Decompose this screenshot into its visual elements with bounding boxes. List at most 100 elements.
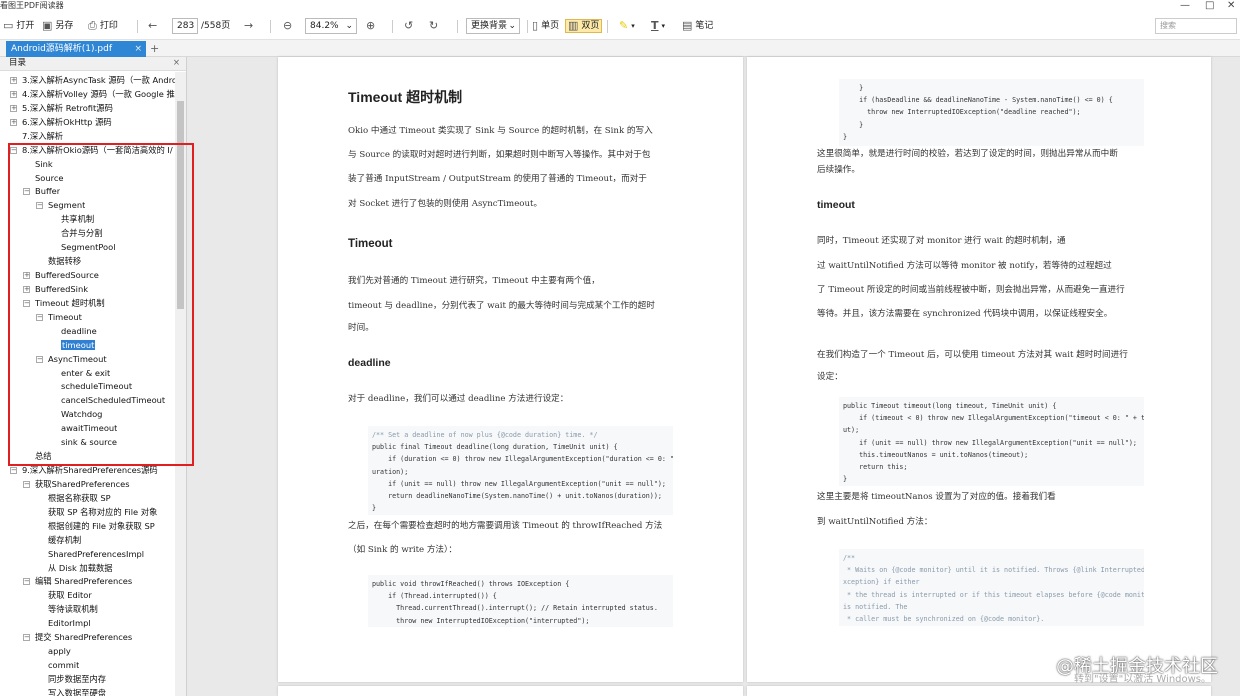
outline-item[interactable]: 编辑 SharedPreferences <box>35 575 132 588</box>
page-number-input[interactable]: 283 <box>172 18 198 34</box>
chevron-down-icon: ▾ <box>631 22 635 30</box>
text-tool-button[interactable]: T ▾ <box>651 18 665 34</box>
document-tab-label: Android源码解析(1).pdf <box>11 44 112 54</box>
paragraph-line: 之后，在每个需要检查超时的地方需要调用该 Timeout 的 throwIfRe… <box>348 521 663 531</box>
expand-toggle-icon[interactable]: − <box>23 634 30 642</box>
outline-item-label: 获取 SP 名称对应的 File 对象 <box>48 506 158 517</box>
folder-icon: ▭ <box>3 19 14 32</box>
code-line: } <box>843 132 848 141</box>
expand-toggle-icon[interactable]: − <box>23 578 30 586</box>
expand-toggle-icon[interactable]: + <box>10 104 17 112</box>
code-block: public Timeout timeout(long timeout, Tim… <box>839 397 1144 486</box>
outline-item[interactable]: 根据名称获取 SP <box>48 492 111 505</box>
outline-item[interactable]: 6.深入解析OkHttp 源码 <box>22 116 112 129</box>
arrow-left-icon: ← <box>148 19 158 32</box>
outline-item-label: 3.深入解析AsyncTask 源码（一款 Android <box>22 75 175 85</box>
total-pages: /558页 <box>201 21 231 31</box>
outline-item[interactable]: 4.深入解析Volley 源码（一款 Google 推 <box>22 88 175 101</box>
subsection-title: timeout <box>817 199 855 211</box>
expand-toggle-icon[interactable]: + <box>10 90 17 98</box>
code-line: public final Timeout deadline(long durat… <box>372 443 618 452</box>
save-as-button[interactable]: ▣ 另存 <box>42 18 73 34</box>
rotate-left-button[interactable]: ↺ <box>404 18 413 34</box>
divider <box>457 20 458 33</box>
previous-page-button[interactable]: ← <box>148 18 157 34</box>
outline-item-label: 获取 Editor <box>48 590 92 601</box>
arrow-right-icon: → <box>244 19 254 32</box>
close-tab-icon[interactable]: × <box>134 41 142 57</box>
paragraph-line: 等待。并且，该方法需要在 synchronized 代码块中调用，以保证线程安全… <box>817 309 1113 319</box>
highlight-tool-button[interactable]: ✎ ▾ <box>619 18 635 34</box>
rotate-right-button[interactable]: ↻ <box>429 18 438 34</box>
outline-item[interactable]: 等待读取机制 <box>48 603 98 616</box>
save-as-label: 另存 <box>55 21 74 31</box>
outline-item[interactable]: 获取SharedPreferences <box>35 478 130 491</box>
outline-item[interactable]: 5.深入解析 Retrofit源码 <box>22 102 113 115</box>
code-line: is notified. The <box>843 602 908 611</box>
save-icon: ▣ <box>42 19 53 32</box>
outline-item[interactable]: commit <box>48 659 79 672</box>
new-tab-button[interactable]: + <box>150 41 159 56</box>
code-line: public Timeout timeout(long timeout, Tim… <box>843 402 1057 410</box>
double-page-button[interactable]: ▥ 双页 <box>565 19 603 33</box>
expand-toggle-icon[interactable]: − <box>23 480 30 488</box>
outline-item[interactable]: 获取 Editor <box>48 589 92 602</box>
pdf-page-left: Timeout 超时机制 Okio 中通过 Timeout 类实现了 Sink … <box>278 57 743 682</box>
outline-item[interactable]: apply <box>48 645 71 658</box>
next-page-button[interactable]: → <box>244 18 253 34</box>
expand-toggle-icon[interactable]: + <box>10 77 17 84</box>
code-line: * caller must be synchronized on {@code … <box>843 615 1045 624</box>
code-line: this.timeoutNanos = unit.toNanos(timeout… <box>843 450 1029 459</box>
code-block: public void throwIfReached() throws IOEx… <box>368 575 673 627</box>
search-input[interactable]: 搜索 <box>1155 18 1237 34</box>
open-button[interactable]: ▭ 打开 <box>3 18 34 34</box>
zoom-out-button[interactable]: ⊖ <box>283 18 292 34</box>
print-button[interactable]: ⎙ 打印 <box>88 18 118 34</box>
paragraph-line: （如 Sink 的 write 方法）： <box>348 545 457 555</box>
single-page-button[interactable]: ▯ 单页 <box>532 18 559 34</box>
paragraph-line: 到 waitUntilNotified 方法： <box>817 517 933 527</box>
maximize-button[interactable]: □ <box>1205 0 1214 11</box>
paragraph-line: 对于 deadline，我们可以通过 deadline 方法进行设定： <box>348 394 569 404</box>
code-line: return this; <box>843 463 908 472</box>
outline-item-label: 同步数据至内存 <box>48 673 107 684</box>
divider <box>607 20 608 33</box>
close-sidebar-icon[interactable]: × <box>173 57 180 70</box>
notes-label: 笔记 <box>695 21 714 31</box>
outline-item[interactable]: 从 Disk 加载数据 <box>48 562 113 575</box>
toolbar: ▭ 打开 ▣ 另存 ⎙ 打印 ← 283 /558页 → ⊖ 84.2% ⌄ ⊕ ↺ ↻… <box>0 12 1240 40</box>
pdf-page-next-left <box>278 686 743 696</box>
outline-item[interactable]: SharedPreferencesImpl <box>48 548 144 561</box>
document-tab[interactable]: Android源码解析(1).pdf × <box>6 41 146 57</box>
outline-header: 目录 × <box>0 57 186 71</box>
expand-toggle-icon[interactable]: + <box>10 118 17 126</box>
outline-item[interactable]: 提交 SharedPreferences <box>35 631 132 644</box>
minimize-button[interactable]: — <box>1180 0 1190 11</box>
code-block: /** Set a deadline of now plus {@code du… <box>368 426 673 515</box>
change-background-select[interactable]: 更换背景 ⌄ <box>466 18 520 34</box>
note-icon: ▤ <box>682 19 693 32</box>
expand-toggle-icon[interactable]: − <box>10 467 17 475</box>
outline-item[interactable]: 7.深入解析 <box>22 130 63 143</box>
code-line: throw new InterruptedIOException("interr… <box>372 616 590 625</box>
zoom-select[interactable]: 84.2% ⌄ <box>305 18 357 34</box>
notes-button[interactable]: ▤ 笔记 <box>682 18 713 34</box>
outline-item-label: 从 Disk 加载数据 <box>48 562 113 573</box>
tab-bar: Android源码解析(1).pdf × + <box>0 40 1240 57</box>
zoom-in-button[interactable]: ⊕ <box>366 18 375 34</box>
outline-item[interactable]: 根据创建的 File 对象获取 SP <box>48 520 155 533</box>
close-window-button[interactable]: ✕ <box>1227 0 1235 11</box>
outline-item[interactable]: 同步数据至内存 <box>48 673 106 686</box>
outline-item[interactable]: 获取 SP 名称对应的 File 对象 <box>48 506 157 519</box>
code-line: } <box>843 84 864 92</box>
rotate-right-icon: ↻ <box>429 19 439 32</box>
code-line: * Waits on {@code monitor} until it is n… <box>843 566 1144 575</box>
outline-item[interactable]: EditorImpl <box>48 617 91 630</box>
paragraph-line: 设定： <box>817 372 843 382</box>
printer-icon: ⎙ <box>88 19 97 32</box>
paragraph-line: 这里主要是将 timeoutNanos 设置为了对应的值。接着我们看 <box>817 492 1056 502</box>
outline-item[interactable]: 写入数据至硬盘 <box>48 687 106 696</box>
outline-item[interactable]: 3.深入解析AsyncTask 源码（一款 Android <box>22 74 175 87</box>
outline-item[interactable]: 缓存机制 <box>48 534 81 547</box>
code-line: uration); <box>372 467 409 476</box>
